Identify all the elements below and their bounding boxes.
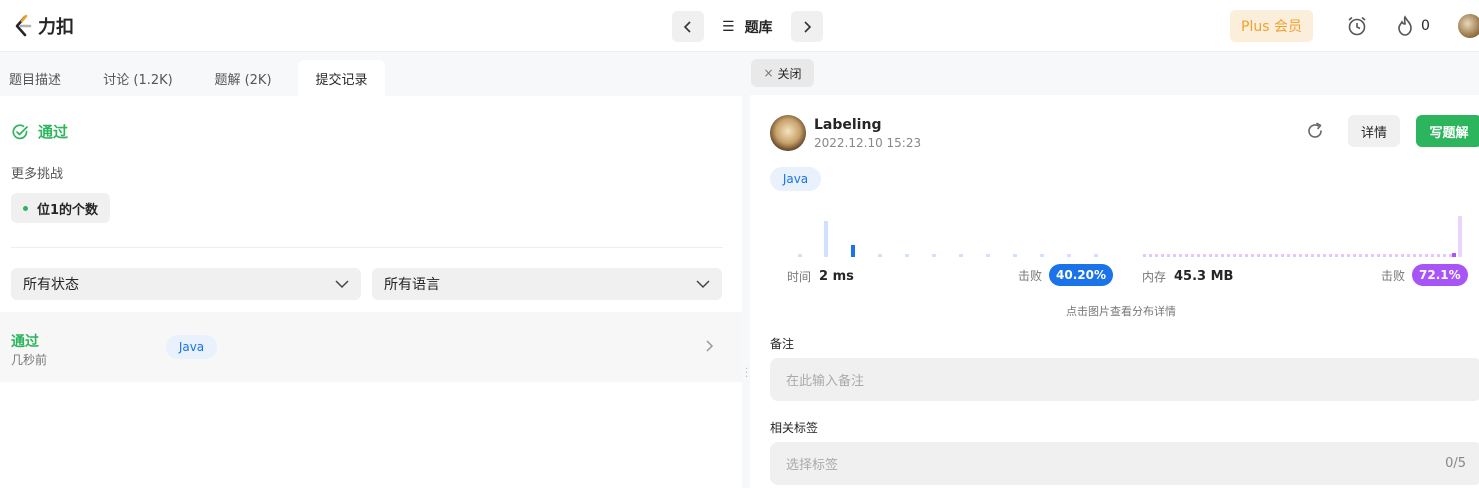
close-label: 关闭 <box>777 66 802 81</box>
bullet-dot <box>23 205 28 211</box>
tags-placeholder: 选择标签 <box>786 458 839 473</box>
notes-input[interactable]: 在此输入备注 <box>770 358 1479 401</box>
leetcode-logo-icon <box>15 14 32 37</box>
write-solution-button[interactable]: 写题解 <box>1416 115 1479 147</box>
refresh-icon <box>1308 122 1322 138</box>
tab-submissions[interactable]: 提交记录 <box>298 60 385 96</box>
memory-distribution <box>1143 216 1462 257</box>
runtime-value: 2 ms <box>819 269 854 284</box>
username[interactable]: Labeling <box>814 117 881 133</box>
runtime-bar <box>986 254 990 257</box>
tags-select[interactable]: 选择标签 0/5 <box>770 442 1479 485</box>
streak-button[interactable]: 0 <box>1396 15 1430 37</box>
notes-label: 备注 <box>770 337 795 351</box>
timer-button[interactable] <box>1346 15 1368 41</box>
alarm-clock-icon <box>1348 16 1366 36</box>
prev-problem-button[interactable] <box>672 11 704 42</box>
plus-membership-button[interactable]: Plus 会员 <box>1230 10 1313 42</box>
memory-value: 45.3 MB <box>1174 269 1234 284</box>
runtime-bar <box>932 254 936 257</box>
memory-beats: 击败 72.1% <box>1381 264 1468 286</box>
next-problem-button[interactable] <box>790 11 823 42</box>
chart-hint: 点击图片查看分布详情 <box>1066 305 1176 318</box>
tab-description[interactable]: 题目描述 <box>0 60 70 96</box>
chevron-down-icon <box>696 280 710 289</box>
detail-header <box>750 52 1479 95</box>
problem-list-label: 题库 <box>744 19 773 36</box>
user-avatar[interactable] <box>1458 14 1479 38</box>
submission-detail-panel <box>750 95 1479 488</box>
submission-time: 几秒前 <box>11 353 48 367</box>
language-filter-label: 所有语言 <box>384 277 440 293</box>
status-filter-select[interactable]: 所有状态 <box>11 268 361 300</box>
runtime-bar <box>1067 254 1071 257</box>
brand-name: 力扣 <box>38 17 74 38</box>
memory-metric: 内存 45.3 MB <box>1142 268 1233 285</box>
runtime-bar <box>1013 254 1017 257</box>
runtime-beats-badge: 40.20% <box>1049 264 1113 286</box>
result-title: 通过 <box>11 121 68 142</box>
runtime-beats-label: 击败 <box>1018 268 1043 283</box>
runtime-bar <box>905 254 909 257</box>
divider <box>11 247 723 248</box>
submissions-panel: 通过 更多挑战 位1的个数 所有状态 所有语言 通过 几秒前 Java <box>0 96 742 488</box>
top-navbar: 力扣 ☰ 题库 Plus 会员 0 <box>0 0 1479 52</box>
runtime-bar <box>824 221 828 257</box>
runtime-bar <box>959 254 963 257</box>
details-button[interactable]: 详情 <box>1348 115 1400 147</box>
avatar[interactable] <box>770 115 806 151</box>
memory-label: 内存 <box>1142 270 1167 284</box>
notes-placeholder: 在此输入备注 <box>786 374 865 389</box>
close-button[interactable]: × 关闭 <box>751 59 814 87</box>
refresh-button[interactable] <box>1305 121 1325 145</box>
memory-bar <box>1458 216 1462 257</box>
more-challenges-heading: 更多挑战 <box>11 167 64 182</box>
runtime-label: 时间 <box>787 270 812 284</box>
chevron-right-icon <box>706 340 714 352</box>
flame-icon <box>1398 15 1412 36</box>
chevron-down-icon <box>335 280 349 289</box>
tags-counter: 0/5 <box>1445 456 1466 471</box>
left-tab-bar: 题目描述 讨论 (1.2K) 题解 (2K) 提交记录 <box>0 52 742 96</box>
runtime-metric: 时间 2 ms <box>787 268 854 285</box>
submission-timestamp: 2022.12.10 15:23 <box>814 136 922 150</box>
language-filter-select[interactable]: 所有语言 <box>372 268 722 300</box>
drag-handle-icon: · · · <box>745 364 749 383</box>
result-title-text: 通过 <box>38 123 69 141</box>
memory-beats-badge: 72.1% <box>1412 264 1468 286</box>
close-icon: × <box>763 66 774 80</box>
challenge-item-label: 位1的个数 <box>37 202 99 218</box>
status-filter-label: 所有状态 <box>23 277 79 293</box>
runtime-bar <box>798 254 802 257</box>
tab-solutions[interactable]: 题解 (2K) <box>205 60 281 96</box>
runtime-beats: 击败 40.20% <box>1018 264 1113 286</box>
runtime-distribution <box>798 221 1098 257</box>
problem-nav: ☰ 题库 <box>672 11 823 42</box>
streak-count: 0 <box>1421 18 1430 34</box>
memory-bar-current <box>1452 253 1456 257</box>
distribution-chart[interactable] <box>780 210 1479 260</box>
logo[interactable]: 力扣 <box>12 13 74 39</box>
chevron-right-icon <box>803 20 811 33</box>
language-tag: Java <box>166 335 217 359</box>
memory-beats-label: 击败 <box>1381 268 1406 283</box>
tags-label: 相关标签 <box>770 421 819 435</box>
runtime-bar-current <box>851 245 855 257</box>
check-circle-icon <box>12 123 28 139</box>
submission-status: 通过 <box>11 334 39 350</box>
list-icon: ☰ <box>722 18 735 35</box>
runtime-bar <box>1040 254 1044 257</box>
runtime-bar <box>1094 254 1098 257</box>
table-row[interactable]: 通过 几秒前 Java <box>0 312 742 382</box>
panel-splitter[interactable]: · · · <box>742 52 750 488</box>
chevron-left-icon <box>683 20 691 33</box>
runtime-bar <box>878 254 882 257</box>
language-tag: Java <box>770 167 821 191</box>
challenge-item[interactable]: 位1的个数 <box>11 193 111 223</box>
problem-list-link[interactable]: ☰ 题库 <box>722 17 773 37</box>
tab-discussion[interactable]: 讨论 (1.2K) <box>97 60 179 96</box>
